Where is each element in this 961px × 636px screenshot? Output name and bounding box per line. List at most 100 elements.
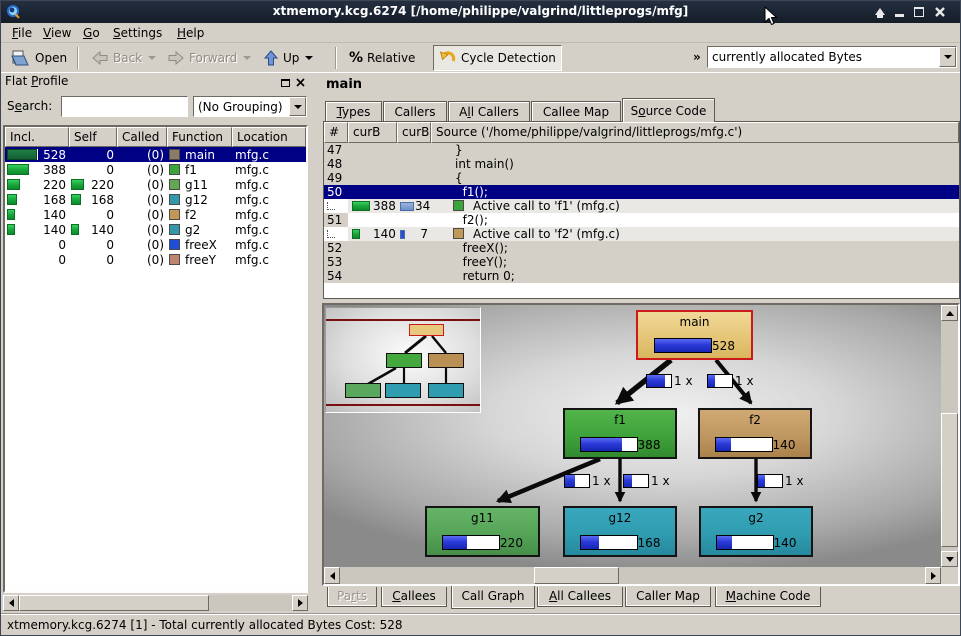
relative-toggle[interactable]: % Relative (343, 45, 421, 71)
table-row[interactable]: 0 0 (0) freeY mfg.c (5, 252, 306, 267)
tab-all-callers[interactable]: All Callers (448, 101, 530, 122)
scroll-left-button[interactable] (3, 595, 19, 611)
graph-overview[interactable] (325, 307, 481, 413)
scroll-down-button[interactable] (941, 551, 958, 567)
menu-file[interactable]: File (6, 24, 38, 42)
grouping-dropdown-button[interactable] (289, 97, 306, 116)
close-button[interactable] (932, 4, 948, 20)
node-cost-value: 140 (774, 536, 797, 550)
scroll-thumb[interactable] (534, 567, 619, 584)
tab-call-graph[interactable]: Call Graph (451, 586, 535, 609)
status-text: xtmemory.kcg.6274 [1] - Total currently … (7, 618, 402, 632)
close-icon (932, 4, 948, 20)
self-value: 0 (69, 252, 117, 267)
cost-bar (7, 194, 17, 205)
tab-callers[interactable]: Callers (383, 101, 447, 122)
minimize-button[interactable] (892, 4, 908, 20)
overview-node-g2 (428, 383, 464, 398)
column-header-curbk[interactable]: curBk (397, 122, 431, 143)
open-icon (11, 49, 31, 67)
event-type-dropdown-button[interactable] (939, 47, 956, 67)
column-header-function[interactable]: Function (167, 127, 232, 147)
up-button[interactable]: Up (257, 45, 319, 71)
graph-hscrollbar[interactable] (324, 567, 941, 584)
event-type-select[interactable]: currently allocated Bytes (707, 46, 957, 68)
table-row[interactable]: 388 0 (0) f1 mfg.c (5, 162, 306, 177)
graph-node-f2[interactable]: f2 140 (698, 408, 812, 459)
graph-node-main[interactable]: main 528 (636, 310, 753, 360)
graph-vscrollbar[interactable] (941, 305, 958, 567)
menu-settings[interactable]: Settings (107, 24, 168, 42)
menu-view[interactable]: View (37, 24, 77, 42)
scroll-right-button[interactable] (292, 595, 308, 611)
scroll-left-button[interactable] (324, 567, 340, 584)
tab-source-code[interactable]: Source Code (622, 98, 715, 122)
search-input[interactable] (61, 96, 188, 117)
source-line[interactable]: 48 int main() (324, 157, 959, 171)
scroll-thumb[interactable] (19, 595, 209, 611)
menu-help[interactable]: Help (171, 24, 210, 42)
tab-callees[interactable]: Callees (381, 587, 447, 607)
open-button[interactable]: Open (5, 45, 73, 71)
source-call-line[interactable]: 388 34 Active call to 'f1' (mfg.c) (324, 199, 959, 213)
source-line[interactable]: 51 f2(); (324, 213, 959, 227)
tab-machine-code[interactable]: Machine Code (715, 587, 821, 607)
call-graph-canvas[interactable]: main 528 f1 388 f2 140 g11 220 g12 168 (324, 305, 941, 567)
tab-all-callees[interactable]: All Callees (537, 587, 623, 607)
column-header-source[interactable]: Source ('/home/philippe/valgrind/littlep… (431, 122, 959, 143)
table-row[interactable]: 140 0 (0) f2 mfg.c (5, 207, 306, 222)
column-header-incl[interactable]: Incl. (5, 127, 69, 147)
self-value: 0 (69, 237, 117, 252)
arrow-right-icon (931, 572, 936, 580)
table-row[interactable]: 0 0 (0) freeX mfg.c (5, 237, 306, 252)
graph-node-f1[interactable]: f1 388 (563, 408, 677, 459)
table-row[interactable]: 168 168 (0) g12 mfg.c (5, 192, 306, 207)
scroll-thumb[interactable] (941, 413, 958, 547)
source-line[interactable]: 47 } (324, 143, 959, 157)
graph-node-g2[interactable]: g2 140 (699, 506, 813, 557)
source-line[interactable]: 52 freeX(); (324, 241, 959, 255)
forward-dropdown-icon (243, 56, 251, 60)
source-line-selected[interactable]: 50 f1(); (324, 185, 959, 199)
table-row[interactable]: 220 220 (0) g11 mfg.c (5, 177, 306, 192)
line-number: 52 (324, 241, 348, 255)
function-type-icon (169, 194, 180, 205)
scroll-up-button[interactable] (941, 305, 958, 321)
toolbar-overflow-chevron[interactable]: » (693, 50, 701, 64)
arrow-left-icon (9, 599, 14, 607)
table-row[interactable]: 528 0 (0) main mfg.c (5, 147, 306, 162)
column-header-self[interactable]: Self (69, 127, 117, 147)
column-header-curb[interactable]: curB (348, 122, 397, 143)
flat-profile-hscrollbar[interactable] (3, 595, 308, 611)
dock-float-button[interactable] (279, 76, 292, 89)
maximize-button[interactable] (911, 4, 927, 20)
table-row[interactable]: 140 140 (0) g2 mfg.c (5, 222, 306, 237)
grouping-select[interactable]: (No Grouping) (193, 96, 307, 117)
dock-close-button[interactable] (294, 76, 307, 89)
visualization-tabs: Parts Callees Call Graph All Callees Cal… (322, 586, 961, 609)
source-call-line[interactable]: 140 7 Active call to 'f2' (mfg.c) (324, 227, 959, 241)
tab-callee-map[interactable]: Callee Map (531, 101, 621, 122)
menu-go[interactable]: Go (77, 24, 106, 42)
source-code-view: # curB curBk Source ('/home/philippe/val… (323, 121, 960, 299)
scroll-right-button[interactable] (925, 567, 941, 584)
graph-node-g12[interactable]: g12 168 (563, 506, 677, 557)
column-header-called[interactable]: Called (117, 127, 167, 147)
graph-node-g11[interactable]: g11 220 (425, 506, 540, 557)
up-icon (263, 49, 279, 67)
tab-caller-map[interactable]: Caller Map (625, 587, 711, 607)
source-line[interactable]: 49 { (324, 171, 959, 185)
column-header-location[interactable]: Location (232, 127, 306, 147)
source-line[interactable]: 53 freeY(); (324, 255, 959, 269)
cycle-detection-toggle[interactable]: Cycle Detection (433, 45, 562, 71)
mouse-cursor (764, 6, 778, 28)
shade-button[interactable] (872, 4, 888, 20)
tab-types[interactable]: Types (325, 101, 382, 122)
column-header-line[interactable]: # (324, 122, 348, 143)
function-cell: g11 (167, 177, 232, 192)
node-cost-value: 140 (773, 438, 796, 452)
node-label: main (638, 315, 751, 329)
node-cost: 140 (701, 535, 811, 550)
source-line[interactable]: 54 return 0; (324, 269, 959, 283)
node-cost: 220 (427, 535, 538, 550)
